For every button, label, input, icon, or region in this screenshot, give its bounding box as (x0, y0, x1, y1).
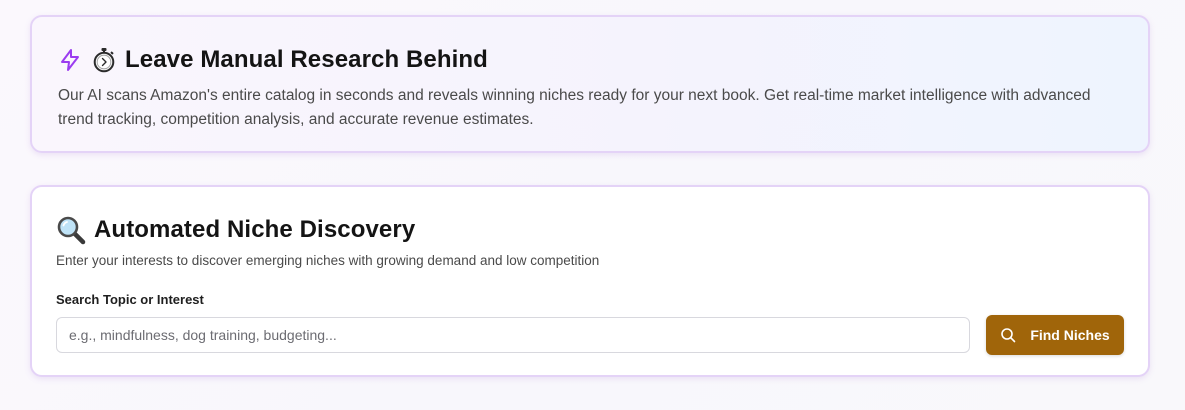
discovery-subtitle: Enter your interests to discover emergin… (56, 253, 600, 268)
magnifying-glass-icon (56, 215, 86, 245)
search-topic-input[interactable] (56, 317, 970, 353)
intro-title-row: Leave Manual Research Behind (58, 43, 1122, 77)
discovery-title-row: Automated Niche Discovery (56, 213, 1124, 247)
find-niches-label: Find Niches (1030, 327, 1110, 343)
lightning-bolt-icon (58, 48, 82, 72)
intro-description: Our AI scans Amazon's entire catalog in … (58, 87, 1091, 128)
niche-discovery-card: Automated Niche Discovery Enter your int… (30, 185, 1150, 377)
stopwatch-icon (91, 47, 117, 73)
find-niches-button[interactable]: Find Niches (986, 315, 1124, 355)
search-icon (1000, 327, 1016, 343)
search-row: Find Niches (56, 315, 1124, 355)
search-topic-label: Search Topic or Interest (56, 292, 204, 307)
discovery-title: Automated Niche Discovery (94, 216, 416, 243)
intro-title: Leave Manual Research Behind (125, 46, 488, 73)
intro-card: Leave Manual Research Behind Our AI scan… (30, 15, 1150, 153)
